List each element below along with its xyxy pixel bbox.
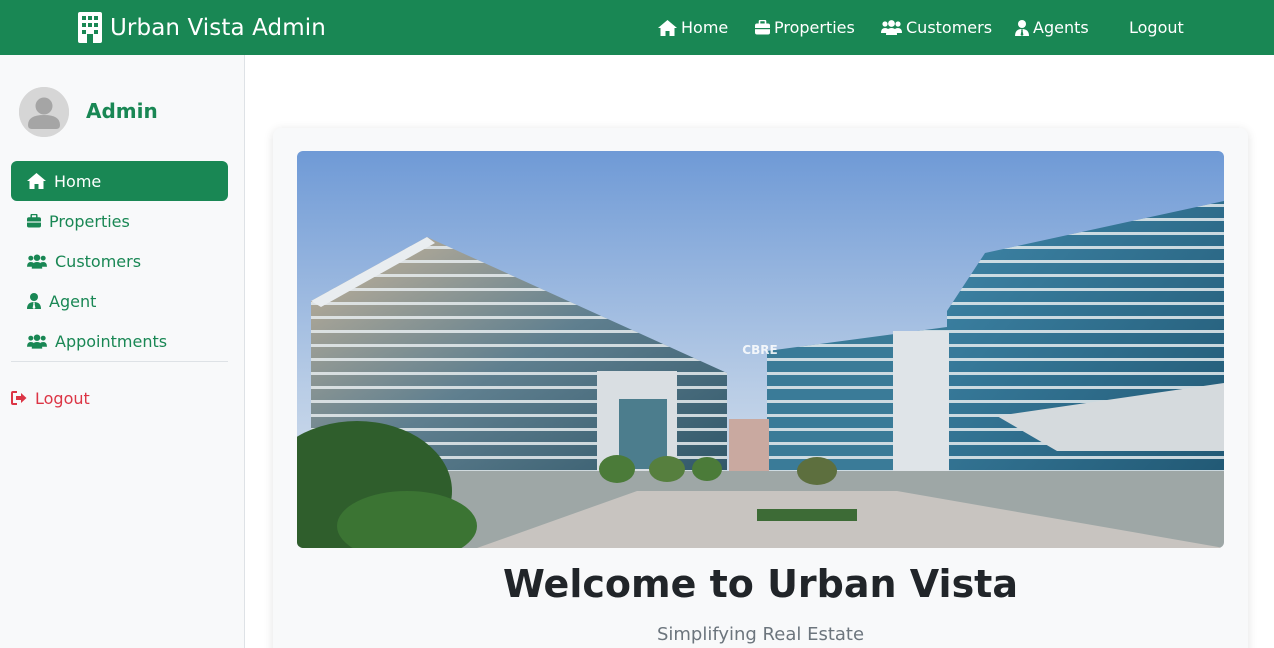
topnav-home[interactable]: Home bbox=[658, 0, 728, 55]
user-tie-icon bbox=[1015, 19, 1029, 36]
avatar bbox=[19, 87, 69, 137]
sidebar-item-properties[interactable]: Properties bbox=[11, 201, 228, 241]
sidebar-item-label: Home bbox=[54, 171, 102, 191]
topnav-properties[interactable]: Properties bbox=[755, 0, 855, 55]
users-icon bbox=[881, 20, 902, 35]
topnav-agents-label: Agents bbox=[1033, 18, 1089, 37]
brand-link[interactable]: Urban Vista Admin bbox=[78, 12, 326, 43]
topnav-customers-label: Customers bbox=[906, 18, 993, 37]
topnav-home-label: Home bbox=[681, 18, 729, 37]
topnav-customers[interactable]: Customers bbox=[881, 0, 992, 55]
user-tie-icon bbox=[27, 293, 41, 309]
sidebar-item-agent[interactable]: Agent bbox=[11, 281, 228, 321]
sidebar-item-label: Appointments bbox=[55, 331, 168, 351]
sidebar-divider bbox=[11, 361, 228, 362]
sidebar-logout[interactable]: Logout bbox=[11, 385, 90, 411]
home-icon bbox=[27, 173, 46, 189]
sidebar-item-label: Customers bbox=[55, 251, 142, 271]
sign-out-icon bbox=[11, 391, 27, 405]
topnav-properties-label: Properties bbox=[774, 18, 855, 37]
topnav-agents[interactable]: Agents bbox=[1015, 0, 1089, 55]
users-icon bbox=[27, 333, 47, 349]
sidebar-item-label: Agent bbox=[49, 291, 97, 311]
home-icon bbox=[658, 19, 677, 36]
topnav-logout[interactable]: Logout bbox=[1129, 0, 1184, 55]
top-navbar: Urban Vista Admin Home Properties Custom… bbox=[0, 0, 1274, 55]
sidebar-item-appointments[interactable]: Appointments bbox=[11, 321, 228, 361]
user-avatar-icon bbox=[19, 87, 69, 137]
briefcase-icon bbox=[755, 20, 770, 35]
building-icon bbox=[78, 12, 102, 43]
sidebar-item-customers[interactable]: Customers bbox=[11, 241, 228, 281]
hero-image: CBRE bbox=[297, 151, 1224, 548]
welcome-card: CBRE Welcome to Urban Vista Simplifying … bbox=[273, 128, 1248, 648]
sidebar-item-label: Properties bbox=[49, 211, 130, 231]
admin-name: Admin bbox=[86, 99, 158, 123]
page-subtitle: Simplifying Real Estate bbox=[656, 624, 865, 645]
hero-watermark: CBRE bbox=[742, 343, 777, 357]
sidebar-item-home[interactable]: Home bbox=[11, 161, 228, 201]
briefcase-icon bbox=[27, 214, 41, 228]
sidebar: Admin Home Properties Customers Agent Ap… bbox=[0, 55, 245, 648]
brand-title: Urban Vista Admin bbox=[110, 14, 326, 41]
page-title: Welcome to Urban Vista bbox=[502, 562, 1018, 606]
sidebar-logout-label: Logout bbox=[35, 388, 90, 408]
users-icon bbox=[27, 253, 47, 269]
topnav-logout-label: Logout bbox=[1129, 18, 1184, 37]
